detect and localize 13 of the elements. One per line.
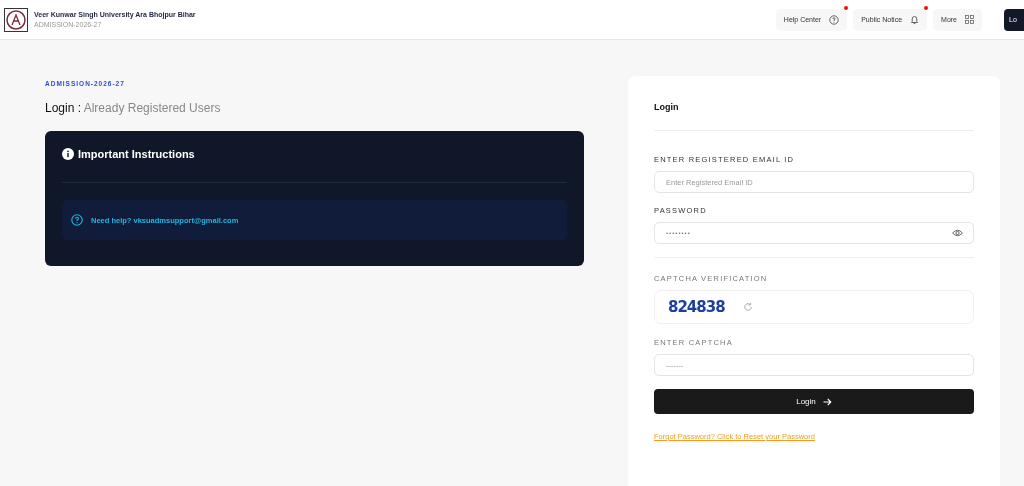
help-icon <box>829 14 840 25</box>
captcha-code: 824838 <box>668 298 725 316</box>
login-title: Login <box>654 102 680 112</box>
page-heading: Login : Already Registered Users <box>45 101 222 115</box>
login-button[interactable]: Login <box>654 389 974 414</box>
bell-icon <box>910 14 920 25</box>
grid-icon <box>965 15 974 24</box>
instructions-title: Important Instructions <box>78 148 195 160</box>
help-icon <box>71 214 83 226</box>
arrow-icon <box>822 397 832 406</box>
info-icon <box>62 148 74 160</box>
eye-icon[interactable] <box>952 229 963 237</box>
university-emblem-icon <box>4 7 28 32</box>
